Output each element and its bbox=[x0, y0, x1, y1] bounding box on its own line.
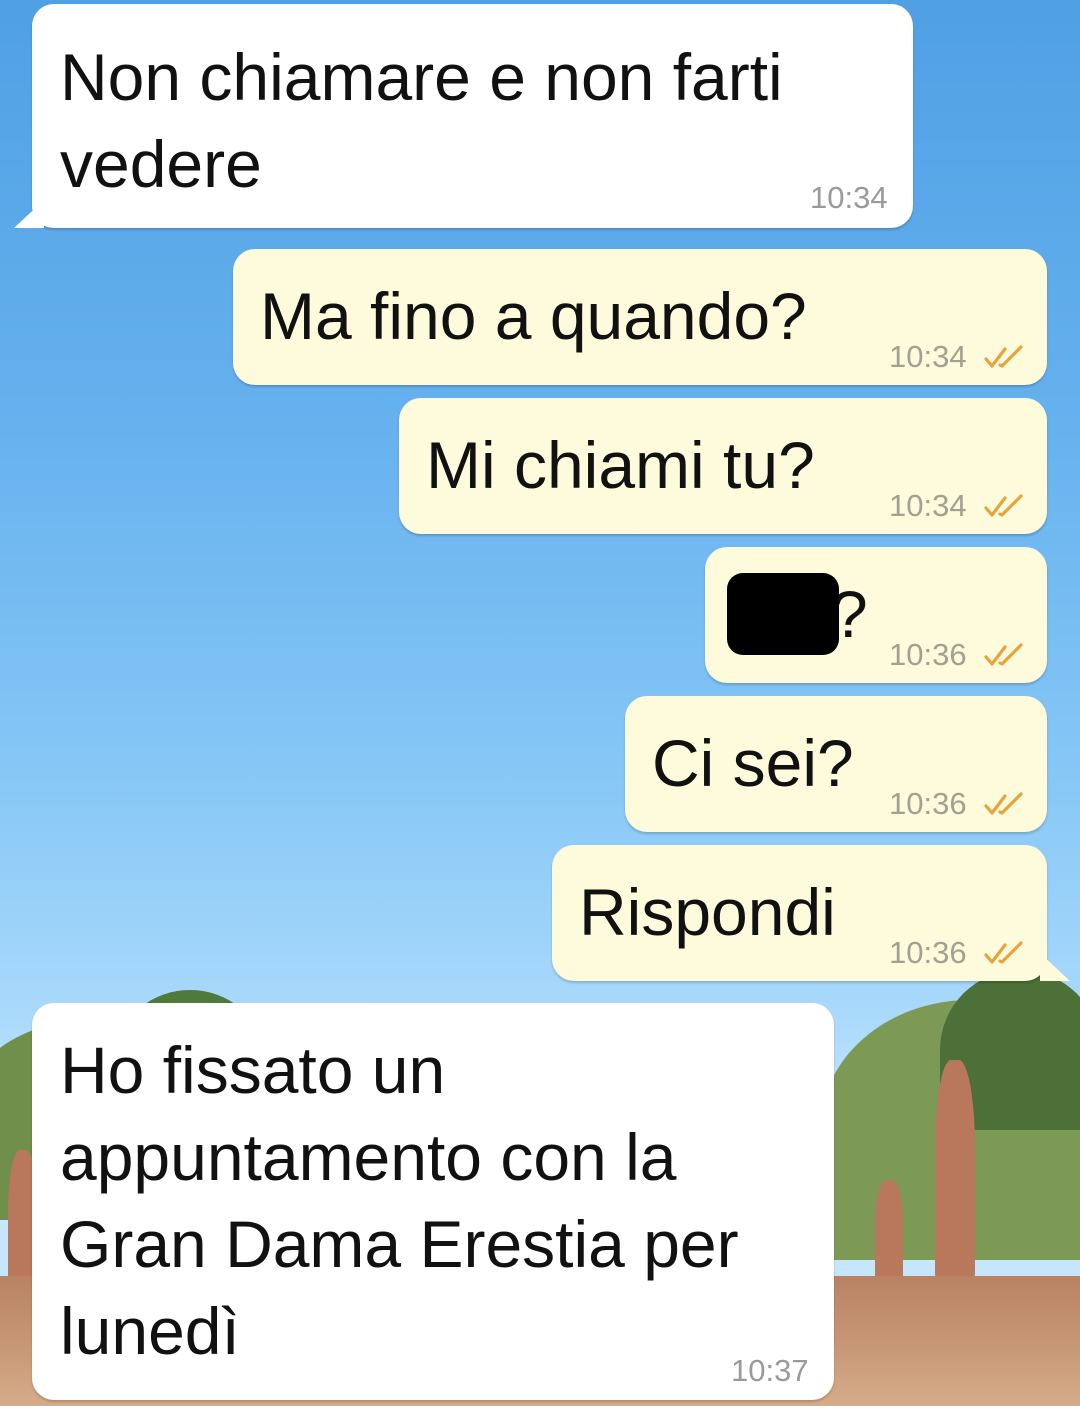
redaction-block bbox=[727, 573, 839, 655]
message-incoming[interactable]: Ho fissato un appuntamento con la Gran D… bbox=[32, 1003, 834, 1400]
message-text: lunedì bbox=[60, 1294, 240, 1368]
message-text: appuntamento con la bbox=[60, 1120, 677, 1194]
message-incoming[interactable]: Non chiamare e non farti vedere 10:34 bbox=[32, 4, 913, 228]
message-text: Rispondi bbox=[579, 875, 836, 949]
double-check-icon bbox=[984, 792, 1023, 815]
message-text: Ci sei? bbox=[652, 726, 854, 800]
message-outgoing[interactable]: ? 10:36 bbox=[705, 547, 1047, 683]
double-check-icon bbox=[984, 494, 1023, 517]
message-timestamp: 10:36 bbox=[889, 637, 967, 672]
message-timestamp: 10:37 bbox=[731, 1353, 809, 1388]
message-text: vedere bbox=[60, 127, 262, 201]
double-check-icon bbox=[984, 643, 1023, 666]
message-text: Mi chiami tu? bbox=[426, 428, 815, 502]
message-text: Ho fissato un bbox=[60, 1033, 446, 1107]
message-text: Gran Dama Erestia per bbox=[60, 1207, 739, 1281]
double-check-icon bbox=[984, 345, 1023, 368]
double-check-icon bbox=[984, 941, 1023, 964]
message-outgoing[interactable]: Mi chiami tu? 10:34 bbox=[399, 398, 1047, 534]
message-timestamp: 10:34 bbox=[810, 180, 888, 215]
message-timestamp: 10:34 bbox=[889, 488, 967, 523]
message-outgoing[interactable]: Rispondi 10:36 bbox=[552, 845, 1047, 981]
message-outgoing[interactable]: Ma fino a quando? 10:34 bbox=[233, 249, 1047, 385]
message-outgoing[interactable]: Ci sei? 10:36 bbox=[625, 696, 1047, 832]
bubble-tail bbox=[14, 200, 44, 228]
message-timestamp: 10:36 bbox=[889, 786, 967, 821]
message-timestamp: 10:36 bbox=[889, 935, 967, 970]
message-text: Ma fino a quando? bbox=[260, 279, 807, 353]
message-text: Non chiamare e non farti bbox=[60, 40, 783, 114]
message-timestamp: 10:34 bbox=[889, 339, 967, 374]
bubble-tail bbox=[1040, 953, 1070, 981]
